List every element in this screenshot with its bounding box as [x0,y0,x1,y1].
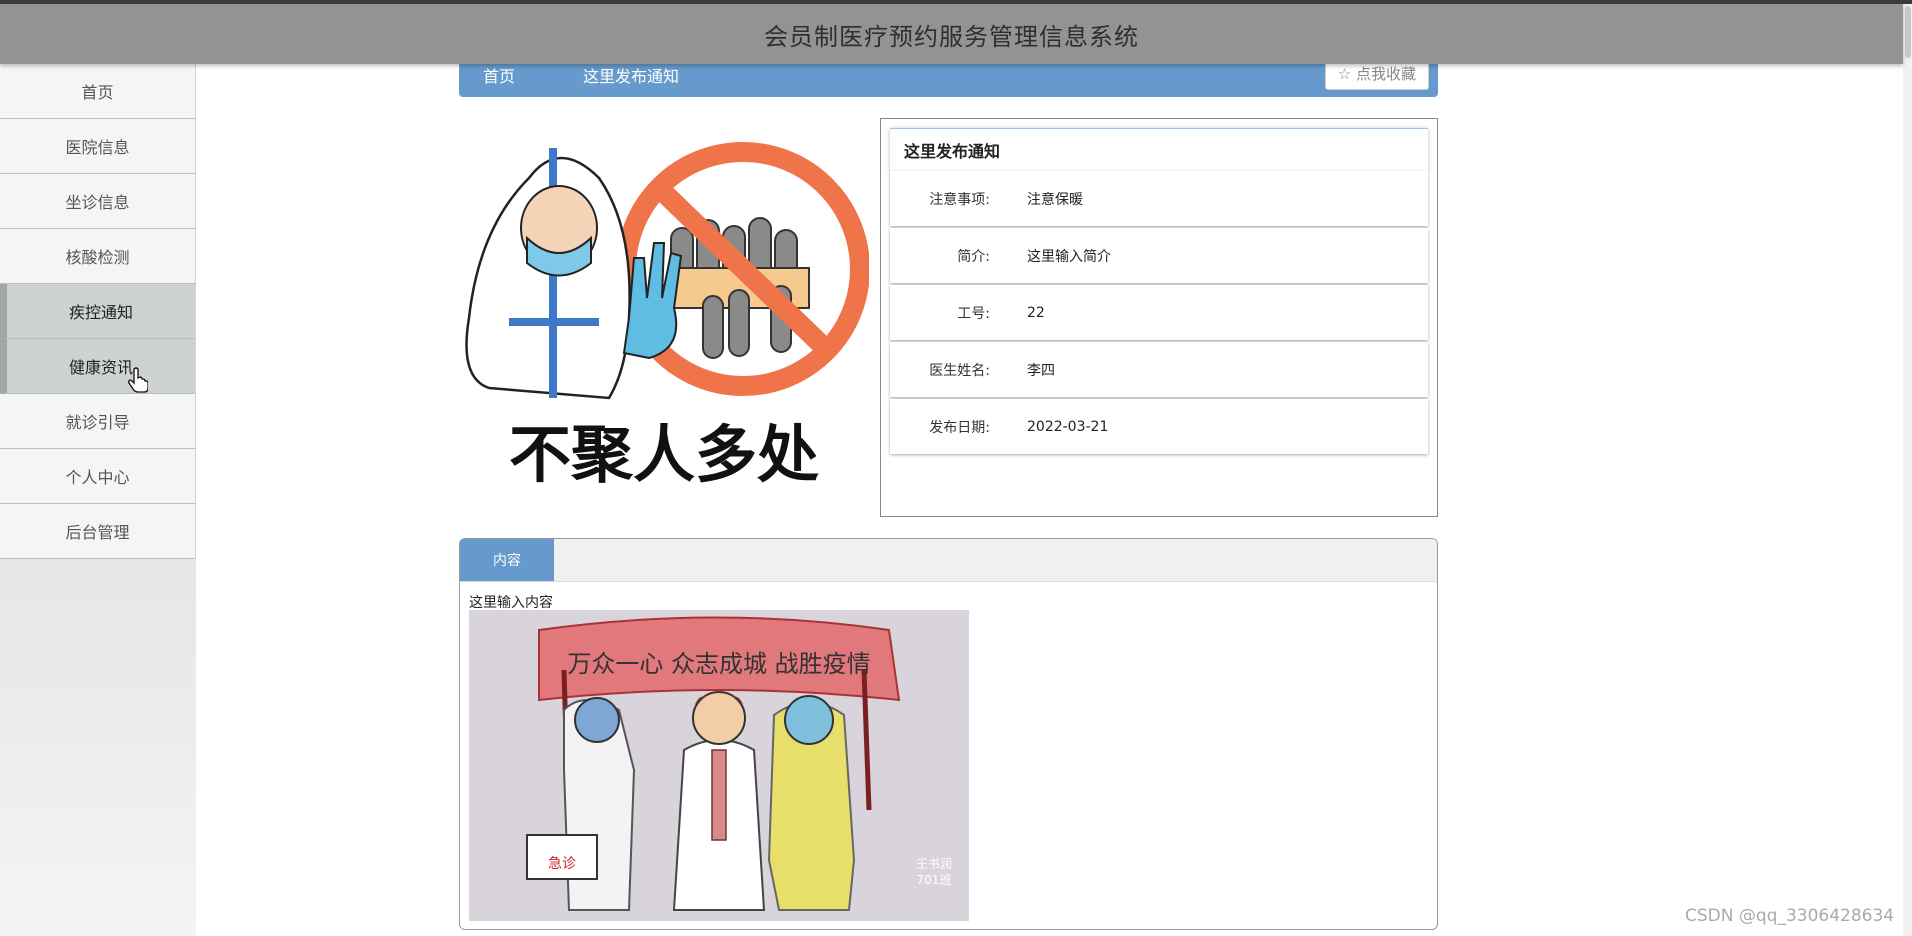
detail-label: 发布日期: [929,419,990,436]
no-gathering-poster: 不聚人多处 [459,118,869,501]
drawing-signature: 王书润 [916,857,952,871]
sidebar-item-admin[interactable]: 后台管理 [0,504,196,559]
anti-epidemic-drawing: 万众一心 众志成城 战胜疫情 急诊 王书润 701班 [469,610,969,921]
scrollbar-thumb[interactable] [1905,6,1911,58]
content-panel: 内容 这里输入内容 万众一心 众志成城 战胜疫情 急诊 王书润 701班 [459,538,1438,930]
sidebar-item-cdc-notice[interactable]: 疾控通知 [0,284,196,339]
breadcrumb-home-link[interactable]: 首页 [483,63,515,87]
detail-row-notes: 注意事项: 注意保暖 [890,171,1428,226]
tab-content[interactable]: 内容 [460,539,554,581]
sidebar-item-home[interactable]: 首页 [0,64,196,119]
detail-value: 这里输入简介 [1027,248,1111,265]
detail-label: 注意事项: [929,191,990,208]
sidebar-item-hospital-info[interactable]: 医院信息 [0,119,196,174]
detail-value: 22 [1027,304,1045,321]
notice-title: 这里发布通知 [890,128,1428,171]
app-title: 会员制医疗预约服务管理信息系统 [764,22,1139,51]
detail-value: 2022-03-21 [1027,418,1109,435]
detail-row-doctor-name: 医生姓名: 李四 [890,342,1428,397]
csdn-watermark: CSDN @qq_3306428634 [1685,906,1895,926]
vertical-scrollbar[interactable] [1903,4,1912,936]
detail-value: 注意保暖 [1027,191,1083,208]
drawing-class: 701班 [917,873,952,887]
drawing-box-label: 急诊 [548,856,576,872]
sidebar-item-nucleic-test[interactable]: 核酸检测 [0,229,196,284]
sidebar-item-clinic-info[interactable]: 坐诊信息 [0,174,196,229]
detail-label: 工号: [957,305,990,322]
content-text: 这里输入内容 [469,595,553,611]
detail-value: 李四 [1027,362,1055,379]
sidebar: 首页 医院信息 坐诊信息 核酸检测 疾控通知 健康资讯 就诊引导 个人中心 后台… [0,64,196,936]
breadcrumb-current: 这里发布通知 [583,67,680,86]
detail-row-employee-id: 工号: 22 [890,285,1428,340]
app-header: 会员制医疗预约服务管理信息系统 [0,4,1903,64]
detail-row-summary: 简介: 这里输入简介 [890,228,1428,283]
sidebar-item-personal-center[interactable]: 个人中心 [0,449,196,504]
sidebar-item-visit-guide[interactable]: 就诊引导 [0,394,196,449]
sidebar-item-health-news[interactable]: 健康资讯 [0,339,196,394]
detail-label: 简介: [957,248,990,265]
notice-detail-card: 这里发布通知 注意事项: 注意保暖 简介: 这里输入简介 工号: 22 医生姓名… [880,118,1438,517]
hand-cursor-icon [128,367,148,393]
detail-row-publish-date: 发布日期: 2022-03-21 [890,399,1428,454]
poster-caption: 不聚人多处 [509,418,819,491]
detail-label: 医生姓名: [929,362,990,379]
content-tabbar: 内容 [460,539,1437,582]
drawing-banner-text: 万众一心 众志成城 战胜疫情 [567,650,870,678]
